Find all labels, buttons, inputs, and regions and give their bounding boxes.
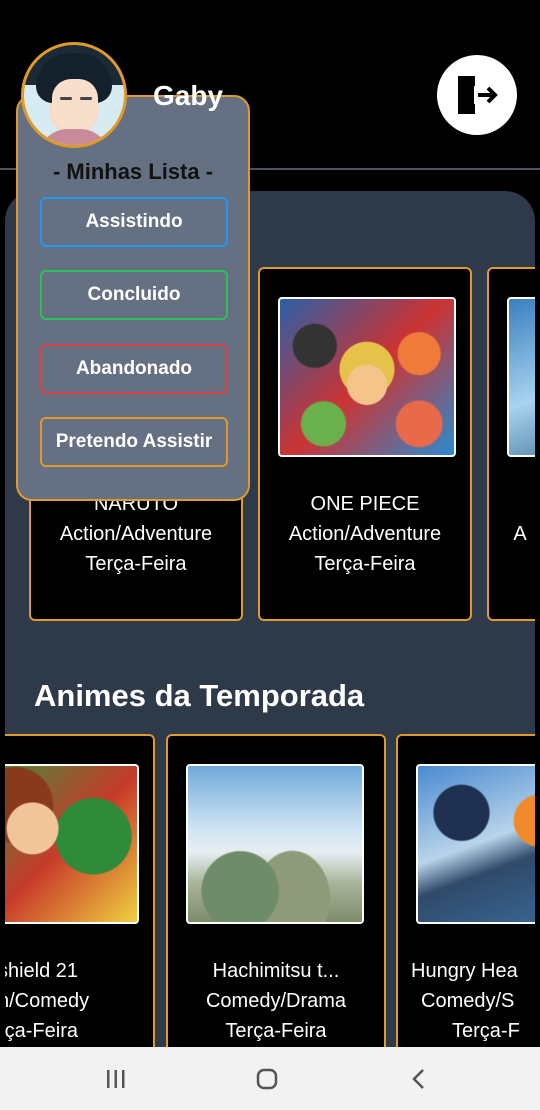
anime-poster [5, 764, 139, 924]
my-lists-dropdown: - Minhas Lista - Assistindo Concluido Ab… [16, 95, 250, 501]
anime-card[interactable]: Hungry Hea Comedy/S Terça-F [396, 734, 535, 1051]
anime-poster [278, 297, 456, 457]
anime-day: rça-Feira [5, 1020, 78, 1042]
anime-genre: on/Comedy [5, 990, 90, 1012]
plan-to-watch-button[interactable]: Pretendo Assistir [40, 417, 228, 467]
home-icon [256, 1068, 278, 1090]
anime-genre: Comedy/Drama [205, 990, 347, 1012]
avatar[interactable] [21, 42, 127, 148]
anime-title: Hungry Hea [411, 960, 518, 982]
anime-poster [186, 764, 364, 924]
anime-day: Terça-Feira [85, 553, 187, 575]
back-button[interactable] [399, 1063, 439, 1095]
completed-button[interactable]: Concluido [40, 270, 228, 320]
dropped-button[interactable]: Abandonado [40, 344, 228, 394]
section-title: Animes da Temporada [34, 678, 365, 713]
anime-genre: Comedy/S [421, 990, 515, 1012]
anime-genre: A [513, 523, 527, 545]
anime-day: Terça-F [452, 1020, 520, 1042]
anime-day: Terça-Feira [314, 553, 416, 575]
anime-card[interactable]: ONE PIECE Action/Adventure Terça-Feira [258, 267, 472, 621]
home-button[interactable] [247, 1063, 287, 1095]
seasonal-row: shield 21 on/Comedy rça-Feira Hachimitsu… [5, 734, 535, 1051]
dropdown-title: - Minhas Lista - [52, 159, 214, 184]
anime-card[interactable]: A [487, 267, 535, 621]
logout-door-icon [458, 76, 498, 114]
anime-poster [416, 764, 535, 924]
anime-card[interactable]: Hachimitsu t... Comedy/Drama Terça-Feira [166, 734, 386, 1051]
anime-title: shield 21 [5, 960, 79, 982]
system-navbar [0, 1047, 540, 1110]
anime-day: Terça-Feira [225, 1020, 327, 1042]
recent-apps-button[interactable] [96, 1063, 136, 1095]
back-icon [412, 1069, 424, 1089]
anime-title: Hachimitsu t... [212, 960, 340, 982]
username: Gaby [153, 80, 224, 111]
anime-title: ONE PIECE [310, 493, 420, 515]
logout-button[interactable] [437, 55, 517, 135]
anime-poster [507, 297, 535, 457]
recent-apps-icon [107, 1070, 125, 1088]
anime-genre: Action/Adventure [59, 523, 213, 545]
anime-card[interactable]: shield 21 on/Comedy rça-Feira [5, 734, 155, 1051]
watching-button[interactable]: Assistindo [40, 197, 228, 247]
